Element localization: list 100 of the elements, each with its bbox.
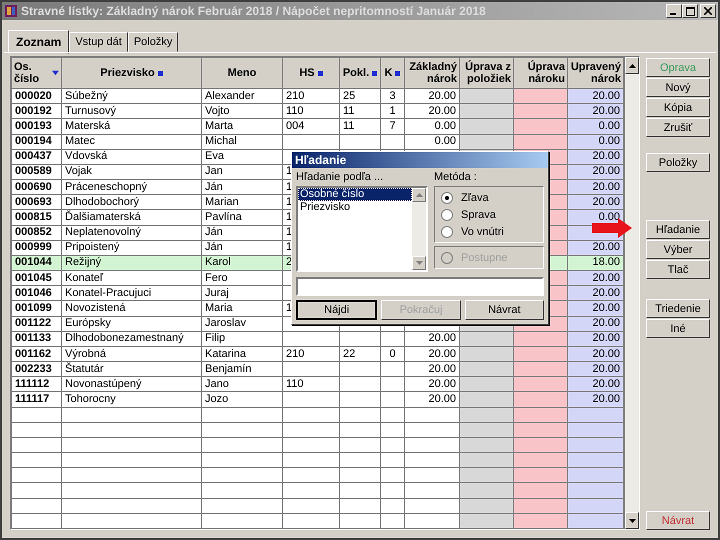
table-cell: 20.00	[568, 88, 624, 104]
minimize-button[interactable]	[666, 4, 682, 18]
search-input-field[interactable]	[296, 277, 544, 296]
side-button[interactable]: Výber	[646, 240, 710, 259]
table-cell: 20.00	[404, 362, 460, 377]
table-cell: Ján	[202, 225, 282, 240]
table-cell: Výrobná	[62, 346, 202, 362]
table-cell: 000852	[12, 225, 62, 240]
radio-option[interactable]: Zľava	[441, 190, 537, 205]
table-cell: 25	[340, 88, 380, 104]
table-cell: 20.00	[404, 346, 460, 362]
scroll-up-icon	[416, 193, 422, 197]
side-button[interactable]: Tlač	[646, 260, 710, 279]
side-button[interactable]: Kópia	[646, 98, 710, 117]
table-cell: Režijný	[62, 255, 202, 271]
search-field-list[interactable]: Osobné číslo Priezvisko	[296, 186, 428, 272]
table-cell: Novonastúpený	[62, 376, 202, 392]
side-button[interactable]: Zrušiť	[646, 118, 710, 137]
table-cell: 1	[380, 104, 404, 119]
table-cell: 000690	[12, 180, 62, 195]
table-cell: Matec	[62, 134, 202, 150]
close-dialog-button[interactable]: Návrat	[646, 511, 710, 530]
close-button[interactable]	[700, 4, 716, 18]
table-cell: 002233	[12, 362, 62, 377]
table-cell: 001133	[12, 331, 62, 346]
maximize-button[interactable]	[682, 4, 698, 18]
radio-option[interactable]: Sprava	[441, 207, 537, 222]
table-cell: Alexander	[202, 88, 282, 104]
table-cell: 0.00	[568, 134, 624, 150]
close-icon	[704, 7, 712, 15]
table-cell: Katarina	[202, 346, 282, 362]
table-cell: Práceneschopný	[62, 180, 202, 195]
radio-button[interactable]	[441, 208, 453, 220]
column-header[interactable]: Pokl.	[340, 58, 380, 88]
side-button[interactable]: Triedenie	[646, 299, 710, 318]
table-cell: Vojak	[62, 164, 202, 180]
maximize-icon	[686, 6, 694, 16]
side-button[interactable]: Položky	[646, 153, 710, 172]
table-cell: Európsky	[62, 316, 202, 332]
table-cell: Ján	[202, 180, 282, 195]
table-cell: Karol	[202, 255, 282, 271]
table-cell: 0.00	[404, 134, 460, 150]
table-cell: Fero	[202, 270, 282, 286]
table-cell: Tohorocny	[62, 392, 202, 408]
table-cell: Pavlína	[202, 210, 282, 226]
table-cell: 111117	[12, 392, 62, 408]
column-header[interactable]: Priezvisko	[62, 58, 202, 88]
column-header[interactable]: Meno	[202, 58, 282, 88]
table-cell: 20.00	[568, 240, 624, 256]
dialog-button[interactable]: Návrat	[464, 300, 544, 320]
table-cell: 20.00	[404, 88, 460, 104]
side-button[interactable]: Nový	[646, 78, 710, 97]
table-cell: 20.00	[568, 300, 624, 316]
side-button[interactable]: Hľadanie	[646, 220, 710, 239]
table-cell: 20.00	[568, 104, 624, 119]
window-title: Stravné lístky: Základný nárok Február 2018 / Nápočet nepritomností Január 2018	[21, 4, 487, 18]
table-cell: 000193	[12, 118, 62, 134]
dialog-button[interactable]: Nájdi	[296, 300, 378, 320]
table-cell: Marta	[202, 118, 282, 134]
column-header[interactable]: K	[380, 58, 404, 88]
column-header[interactable]: Základný nárok	[404, 58, 460, 88]
scroll-up-icon	[628, 64, 636, 68]
table-cell: 20.00	[568, 376, 624, 392]
table-cell: Marian	[202, 194, 282, 210]
column-header[interactable]: Úprava nároku	[514, 58, 568, 88]
table-cell: 210	[282, 88, 340, 104]
table-cell: 0.00	[404, 118, 460, 134]
radio-option[interactable]: Vo vnútri	[441, 224, 537, 239]
scroll-down-icon	[416, 261, 422, 265]
table-cell: Michal	[202, 134, 282, 150]
side-button[interactable]: Iné	[646, 319, 710, 338]
radio-button[interactable]	[441, 226, 453, 238]
table-cell: 004	[282, 118, 340, 134]
list-item[interactable]: Osobné číslo	[298, 188, 412, 201]
table-cell: 000589	[12, 164, 62, 180]
table-cell: 111112	[12, 376, 62, 392]
table-cell: 20.00	[404, 331, 460, 346]
table-cell: Pripoistený	[62, 240, 202, 256]
table-cell: 20.00	[568, 286, 624, 301]
column-header[interactable]: Úprava z položiek	[460, 58, 514, 88]
table-cell: 20.00	[568, 392, 624, 408]
table-cell: 20.00	[568, 149, 624, 164]
tab[interactable]: Zoznam	[8, 30, 70, 54]
table-cell: Jozo	[202, 392, 282, 408]
table-cell: 001122	[12, 316, 62, 332]
column-header[interactable]: HS	[282, 58, 340, 88]
table-cell: Vdovská	[62, 149, 202, 164]
table-cell: Súbežný	[62, 88, 202, 104]
table-cell: Vojto	[202, 104, 282, 119]
radio-button[interactable]	[441, 192, 453, 204]
table-cell: 18.00	[568, 255, 624, 271]
tab[interactable]: Vstup dát	[69, 32, 128, 52]
column-header[interactable]: Upravený nárok	[568, 58, 624, 88]
table-cell: 20.00	[404, 392, 460, 408]
column-header[interactable]: Os. číslo	[12, 58, 62, 88]
table-cell: Materská	[62, 118, 202, 134]
table-cell: Dlhodobochorý	[62, 194, 202, 210]
scrollbar[interactable]	[624, 57, 639, 529]
tab[interactable]: Položky	[128, 32, 178, 52]
table-cell: Konateľ	[62, 270, 202, 286]
